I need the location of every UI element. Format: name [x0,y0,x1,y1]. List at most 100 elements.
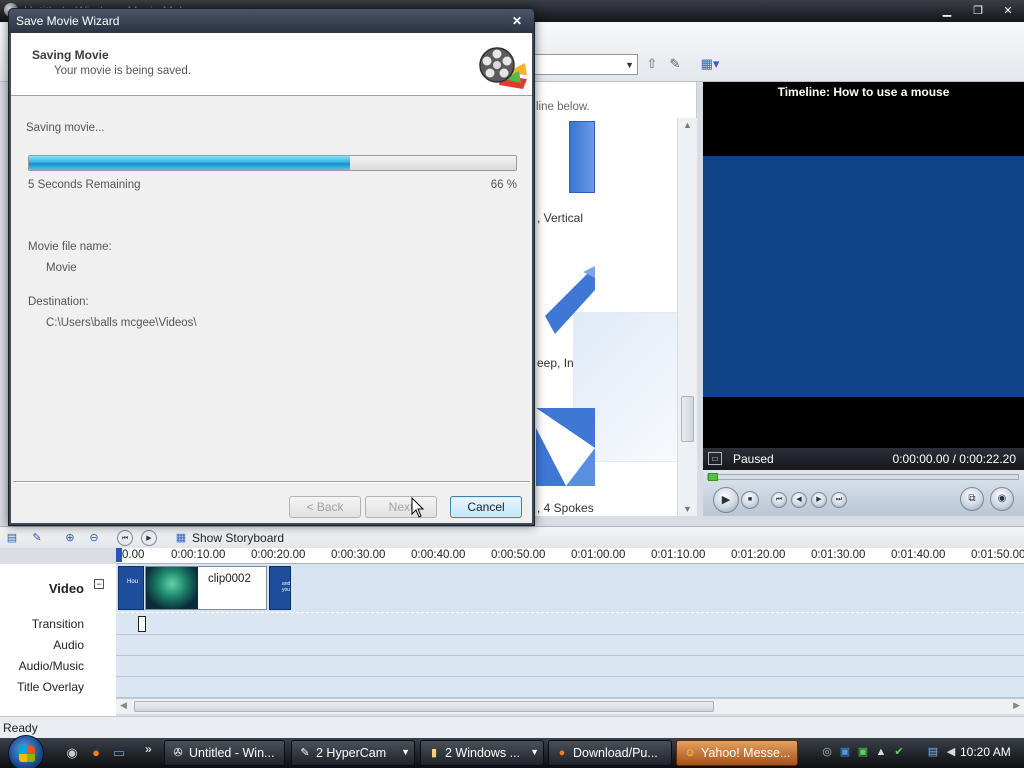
title-clip[interactable]: and you [269,566,291,610]
split-clip-button[interactable]: ⧉ [960,487,984,511]
taskbar-item-label: 2 Windows ... [445,746,521,760]
dialog-title: Save Movie Wizard [16,14,120,28]
taskbar-item[interactable]: ▮ 2 Windows ... ▼ [420,740,544,766]
seek-bar[interactable] [707,474,1019,480]
clock[interactable]: 10:20 AM [960,745,1011,759]
filename-label: Movie file name: [28,241,112,253]
scroll-right-icon[interactable]: ▶ [1013,700,1020,711]
scroll-up-icon[interactable]: ▲ [683,120,692,130]
video-track[interactable]: Hou clip0002 and you [116,564,1024,613]
scrollbar-thumb[interactable] [134,701,714,712]
step-forward-button[interactable]: ▶ [811,492,827,508]
windows-logo-icon [19,746,35,762]
tick-label: 0:00:40.00 [411,549,466,561]
scroll-down-icon[interactable]: ▼ [683,504,692,514]
tick-label: 0.00 [122,549,145,561]
video-clip[interactable]: clip0002 [145,566,267,610]
timeline-scrollbar[interactable]: ◀ ▶ [116,698,1024,714]
transition-thumbnail[interactable]: → [569,121,609,200]
taskbar-item[interactable]: ✎ 2 HyperCam ▼ [291,740,415,766]
dialog-titlebar[interactable]: Save Movie Wizard ✕ [9,9,534,33]
film-reel-icon [479,47,527,89]
audio-music-track[interactable] [116,656,1024,677]
next-frame-button[interactable]: ⏭ [831,492,847,508]
status-bar: Ready [0,716,1024,738]
taskbar-item-label: Download/Pu... [573,746,658,760]
divider [13,481,530,483]
tick-label: 0:00:30.00 [331,549,386,561]
zoom-in-icon[interactable]: ⊕ [62,530,78,546]
seek-thumb[interactable] [708,473,718,481]
scroll-left-icon[interactable]: ◀ [120,700,127,711]
system-tray: ◎ ▣ ▣ ▲ ✔ ▤ ◀ 10:20 AM [814,738,1024,768]
show-desktop-icon[interactable]: ▭ [111,745,127,761]
back-button[interactable]: < Back [289,496,361,518]
network-icon[interactable]: ▤ [926,745,940,759]
scrollbar-thumb[interactable] [681,396,694,442]
firefox-icon[interactable]: ● [88,745,104,761]
movie-maker-icon: ✇ [173,747,183,759]
taskbar-item-label: Untitled - Win... [189,746,275,760]
audio-track[interactable] [116,635,1024,656]
snapshot-button[interactable]: ◉ [990,487,1014,511]
volume-icon[interactable]: ◀ [944,745,958,759]
zoom-out-icon[interactable]: ⊖ [86,530,102,546]
quick-launch-media-icon[interactable]: ◉ [64,745,80,761]
tray-app-icon[interactable]: ◎ [820,745,834,759]
dialog-body: Saving Movie Your movie is being saved. … [11,33,532,523]
mouse-cursor-icon [411,497,425,518]
transition-label: , Vertical [537,211,584,225]
up-one-level-icon[interactable]: ⇧ [643,55,661,73]
play-button[interactable]: ▶ [713,487,739,513]
tray-app-icon[interactable]: ▲ [874,745,888,759]
taskbar-item[interactable]: ✇ Untitled - Win... [164,740,285,766]
tray-check-icon[interactable]: ✔ [892,745,906,759]
header-title: Saving Movie [32,48,109,62]
new-folder-icon[interactable]: ✎ [666,55,684,73]
tray-app-icon[interactable]: ▣ [838,745,852,759]
percent-complete: 66 % [490,179,517,191]
quick-launch-overflow-icon[interactable]: » [145,742,152,756]
dialog-close-button[interactable]: ✕ [508,13,526,29]
rewind-timeline-button[interactable]: ⏮ [117,530,133,546]
restore-button[interactable]: ❐ [968,3,988,19]
taskbar-item[interactable]: ● Download/Pu... [548,740,672,766]
destination-value: C:\Users\balls mcgee\Videos\ [46,317,197,329]
audio-levels-icon[interactable]: ✎ [29,530,45,546]
start-button[interactable] [8,735,44,768]
cancel-button[interactable]: Cancel [450,496,522,518]
transition-thumbnail[interactable] [545,266,595,334]
collections-pane: line below. → , Vertical eep, In , 4 Spo… [533,82,697,516]
transition-label: , 4 Spokes [537,501,594,515]
collections-dropdown[interactable]: ▼ [532,54,638,75]
playhead[interactable] [116,548,122,562]
play-timeline-button[interactable]: ▶ [141,530,157,546]
show-storyboard-link[interactable]: Show Storyboard [192,531,284,545]
title-overlay-track[interactable] [116,677,1024,698]
tick-label: 0:00:50.00 [491,549,546,561]
next-button[interactable]: Next [365,496,437,518]
track-label-audio-music: Audio/Music [18,659,84,673]
title-clip[interactable]: Hou [118,566,144,610]
transition-track[interactable] [116,613,1024,635]
close-button[interactable]: ✕ [998,3,1018,19]
taskbar-item[interactable]: ☺ Yahoo! Messe... [676,740,798,766]
tray-app-icon[interactable]: ▣ [856,745,870,759]
collapse-icon[interactable]: − [94,579,104,589]
narrate-icon[interactable]: ▤ [4,530,20,546]
preview-screen [703,156,1024,397]
timeline-ruler[interactable]: 0.00 0:00:10.00 0:00:20.00 0:00:30.00 0:… [116,548,1024,564]
transition-thumbnail[interactable] [536,408,595,486]
transition-marker[interactable] [138,616,146,632]
storyboard-icon[interactable]: ▦ [172,530,190,546]
minimize-button[interactable]: ▁ [937,3,957,19]
yahoo-messenger-icon: ☺ [684,747,696,759]
stop-button[interactable]: ■ [741,491,759,509]
collections-scrollbar[interactable]: ▲ ▼ [677,118,697,516]
step-back-button[interactable]: ◀ [791,492,807,508]
track-label-audio: Audio [53,638,84,652]
chevron-down-icon: ▼ [401,747,410,757]
fullscreen-icon[interactable]: ▭ [708,452,722,465]
previous-frame-button[interactable]: ⏮ [771,492,787,508]
view-options-icon[interactable]: ▦▾ [697,55,723,73]
